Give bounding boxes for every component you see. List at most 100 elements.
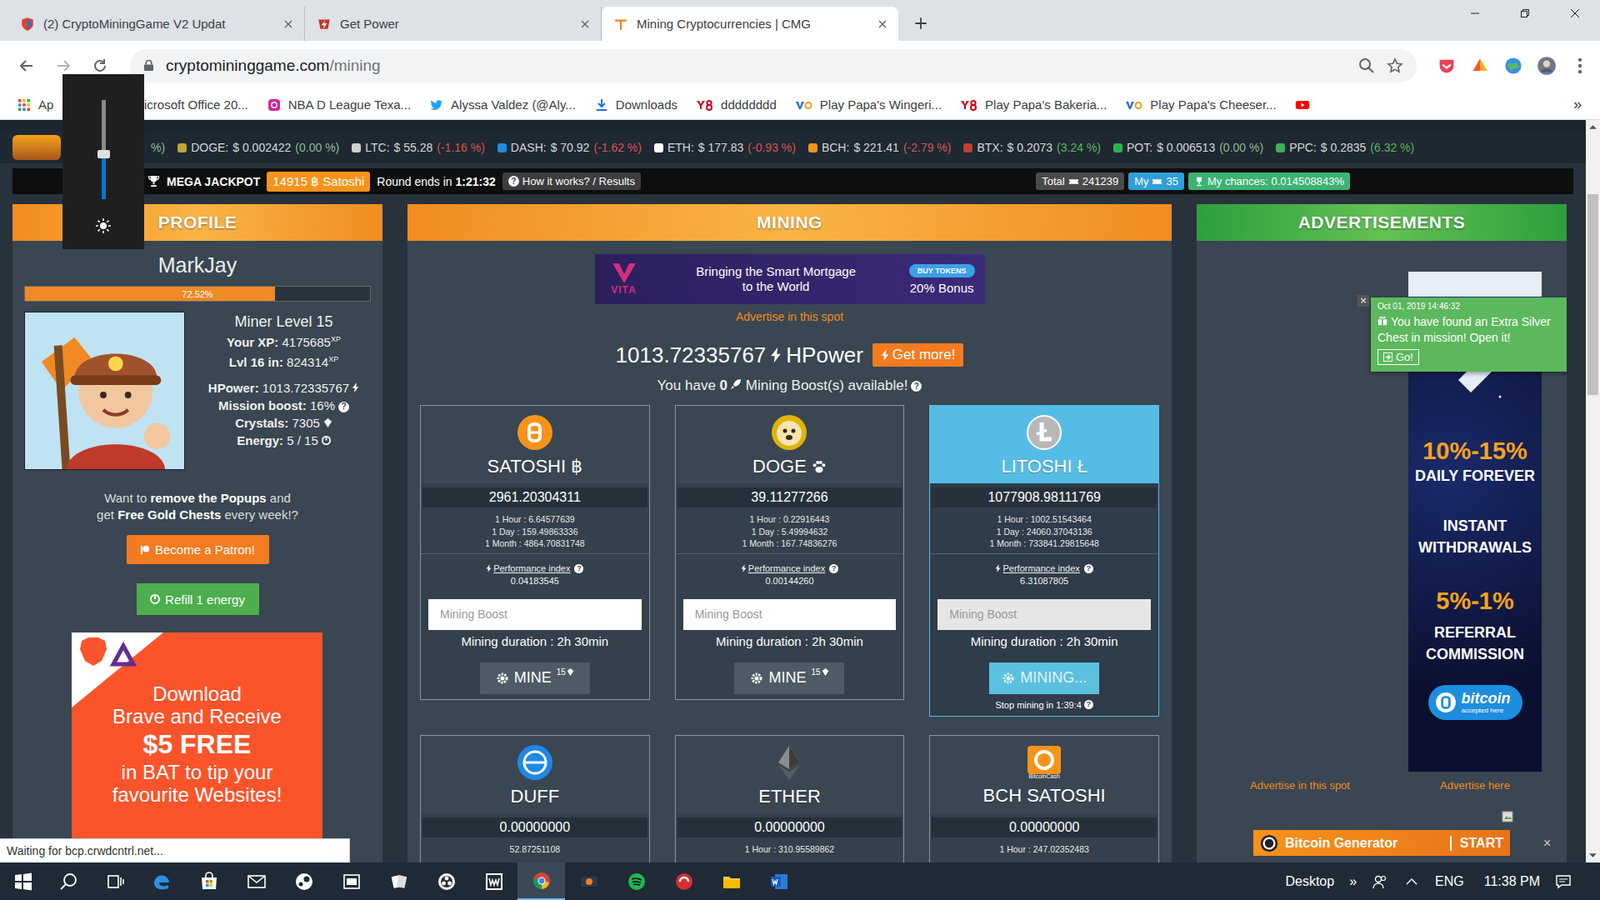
plus-icon[interactable] [913,15,929,31]
go-button[interactable]: Go! [1377,349,1420,365]
refill-energy-button[interactable]: Refill 1 energy [136,583,260,615]
browser-tab[interactable]: (2) CryptoMiningGame V2 Updat [8,6,305,41]
taskbar-app[interactable] [375,862,423,900]
scroll-up-icon[interactable] [1588,122,1598,132]
bitcoin-generator-ad[interactable]: Bitcoin Generator START [1253,830,1510,856]
window-controls [1450,0,1600,27]
page-scrollbar[interactable] [1585,120,1600,863]
mining-boost-input[interactable] [683,599,897,630]
ticker-change: (0.00 %) [1219,140,1264,155]
menu-icon[interactable] [1570,55,1590,76]
mine-button[interactable]: MINE 15 [734,662,845,695]
scrollbar-thumb[interactable] [1587,194,1599,395]
performance-label[interactable]: Performance index? [420,562,650,575]
address-bar[interactable]: cryptomininggame.com/mining [130,49,1417,83]
taskbar-app[interactable] [660,862,708,900]
back-button[interactable] [10,49,44,83]
taskbar-app[interactable] [327,862,375,900]
browser-tab[interactable]: Get Power [305,6,602,41]
zoom-icon[interactable] [1358,57,1375,75]
globe-extension-icon[interactable] [1503,55,1524,76]
mining-boost-input[interactable] [428,599,642,630]
help-icon[interactable]: ? [910,380,922,392]
brightness-slider[interactable] [101,100,106,200]
taskbar-app[interactable] [422,862,470,900]
close-icon[interactable] [284,20,293,29]
buy-tokens-button[interactable]: BUY TOKENS [909,264,975,278]
bookmark[interactable]: Downloads [594,97,678,112]
bookmark[interactable]: Play Papa's Cheeser... [1125,97,1276,112]
xp-progress-fill [25,286,275,301]
notification-close-button[interactable]: × [1357,295,1370,307]
browser-tab[interactable]: Mining Cryptocurrencies | CMG [601,6,899,41]
taskbar-app[interactable] [612,862,660,900]
vita-banner-ad[interactable]: VITA Bringing the Smart Mortgageto the W… [595,254,985,305]
avatar-icon[interactable] [1536,55,1557,76]
advertise-link[interactable]: Advertise in this spot [1250,779,1350,793]
mine-button[interactable]: MINING... [989,662,1100,695]
performance-link[interactable]: Performance index [1002,562,1080,575]
how-it-works-button[interactable]: ?How it works? / Results [502,172,641,190]
minimize-button[interactable] [1450,0,1500,27]
taskbar-app[interactable] [517,862,565,900]
performance-label[interactable]: Performance index? [675,562,905,575]
get-more-button[interactable]: Get more! [872,343,965,367]
mine-button[interactable]: MINE 15 [480,662,590,695]
taskbar-app[interactable] [565,862,613,900]
taskbar-app[interactable] [280,862,328,900]
start-button[interactable]: START [1450,835,1504,851]
help-icon[interactable]: ? [1084,564,1094,574]
taskbar-app[interactable] [232,862,280,900]
start-button[interactable] [0,862,46,900]
brave-ad[interactable]: DownloadBrave and Receive $5 FREE in BAT… [71,632,323,863]
more-bookmarks-button[interactable]: » [1573,95,1600,114]
bookmark[interactable]: Alyssa Valdez (@Aly... [429,97,576,112]
pocket-icon[interactable] [1436,55,1457,76]
performance-link[interactable]: Performance index [748,562,825,575]
close-icon[interactable] [580,20,590,29]
bookmark[interactable]: NBA D League Texa... [266,97,411,112]
brightness-thumb[interactable] [97,150,110,159]
brave-rewards-icon[interactable] [1470,55,1490,76]
toolbar-more-button[interactable]: » [1349,874,1357,890]
desktop-toolbar[interactable]: Desktop [1285,874,1335,890]
chevron-up-icon[interactable] [1403,873,1420,890]
taskbar-app[interactable] [137,862,185,900]
help-icon[interactable]: ? [338,401,350,413]
mining-rates: 1 Hour : 6.645776391 Day : 159.498633361… [420,507,650,554]
people-icon[interactable] [1371,873,1389,890]
promo-highlight: remove the Popups [150,490,266,505]
close-icon[interactable] [878,20,887,29]
youtube-icon[interactable] [1295,98,1310,112]
taskbar-app[interactable] [185,862,233,900]
taskbar-app[interactable] [470,862,518,900]
vita-logo: VITA [605,262,644,296]
help-icon[interactable]: ? [829,564,839,574]
clock[interactable]: 11:38 PM [1484,874,1540,890]
advertise-link[interactable]: Advertise here [1440,779,1510,793]
performance-label[interactable]: Performance index? [930,562,1159,575]
mining-boost-input[interactable] [937,599,1151,630]
help-icon[interactable]: ? [1084,700,1094,710]
bookmark[interactable]: Play Papa's Wingeri... [795,97,942,112]
taskbar-app[interactable] [707,862,755,900]
help-icon[interactable]: ? [574,564,584,574]
close-button[interactable] [1550,0,1600,27]
notification-center-icon[interactable] [1555,873,1572,890]
close-ad-button[interactable]: × [1543,835,1551,851]
search-button[interactable] [45,862,92,900]
task-view-button[interactable] [91,862,138,900]
bookmark[interactable]: Play Papa's Bakeria... [960,97,1107,112]
bookmark[interactable]: icrosoft Office 20... [144,97,249,112]
input-language[interactable]: ENG [1435,874,1465,890]
star-icon[interactable] [1386,57,1404,75]
advertise-link[interactable]: Advertise in this spot [407,309,1172,325]
bookmark[interactable]: dddddddd [695,97,777,112]
site-logo[interactable] [12,135,61,160]
close-icon [1570,8,1580,19]
become-patron-button[interactable]: Become a Patron! [126,535,270,565]
scroll-down-icon[interactable] [1588,850,1598,860]
performance-link[interactable]: Performance index [493,562,570,575]
restore-button[interactable] [1500,0,1550,27]
taskbar-app[interactable] [755,862,803,900]
